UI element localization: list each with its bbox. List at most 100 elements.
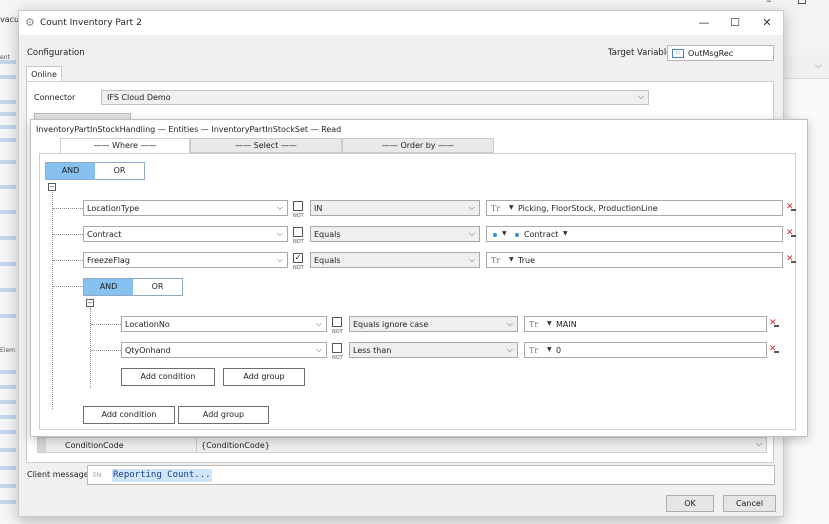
operator-select[interactable]: Equals ⌵: [310, 226, 480, 242]
chevron-down-icon[interactable]: ▼: [509, 204, 514, 211]
client-message-value: Reporting Count...: [112, 469, 212, 482]
group-add-condition-button[interactable]: Add condition: [121, 368, 215, 386]
value-field[interactable]: Tr ▼ MAIN: [524, 316, 767, 332]
maximize-button[interactable]: ☐: [722, 14, 748, 32]
and-or-toggle[interactable]: AND OR: [45, 162, 145, 180]
target-variable-field[interactable]: ▭ OutMsgRec: [667, 45, 774, 61]
not-checkbox[interactable]: ✓: [293, 253, 303, 263]
cancel-button[interactable]: Cancel: [723, 495, 776, 512]
chevron-down-icon: ⌵: [755, 439, 762, 448]
ok-button[interactable]: OK: [666, 495, 714, 512]
value-field[interactable]: Tr ▼ Picking, FloorStock, ProductionLine: [486, 200, 783, 216]
delete-condition-icon[interactable]: ✕: [786, 254, 796, 264]
value-field[interactable]: ▼ Contract ▼: [486, 226, 783, 242]
target-variable-value: OutMsgRec: [688, 49, 734, 58]
and-option[interactable]: AND: [84, 279, 133, 295]
tab-where[interactable]: —— Where ——: [60, 138, 190, 153]
condition-value: MAIN: [556, 320, 577, 329]
or-option[interactable]: OR: [133, 279, 182, 295]
add-group-button[interactable]: Add group: [178, 406, 269, 424]
where-panel: AND OR − LocationType ⌵ NOT IN ⌵ Tr ▼ Pi…: [39, 153, 796, 430]
condition-value: 0: [556, 346, 562, 355]
field-value: LocationType: [87, 204, 140, 213]
field-select[interactable]: LocationType ⌵: [83, 200, 288, 216]
chevron-down-icon: ⌵: [315, 345, 322, 354]
group-and-or-toggle[interactable]: AND OR: [83, 278, 183, 296]
connector-value: IFS Cloud Demo: [107, 93, 171, 102]
collapse-icon[interactable]: −: [48, 183, 56, 191]
delete-condition-icon[interactable]: ✕: [769, 344, 779, 354]
tab-select[interactable]: —— Select ——: [190, 138, 342, 153]
dialog-title: Count Inventory Part 2: [40, 18, 142, 28]
group-add-group-button[interactable]: Add group: [223, 368, 305, 386]
background-label: Elem: [0, 347, 15, 354]
operator-select[interactable]: Equals ignore case ⌵: [349, 316, 518, 332]
target-variable-label: Target Variable: [608, 48, 672, 58]
query-editor-panel: InventoryPartInStockHandling — Entities …: [30, 119, 808, 437]
client-message-label: Client message: [27, 470, 89, 479]
field-select[interactable]: QtyOnhand ⌵: [121, 342, 327, 358]
operator-select[interactable]: Less than ⌵: [349, 342, 518, 358]
language-badge: EN: [93, 472, 102, 479]
delete-condition-icon[interactable]: ✕: [786, 228, 796, 238]
chevron-down-icon: ⌵: [637, 92, 644, 101]
field-select[interactable]: LocationNo ⌵: [121, 316, 327, 332]
text-type-icon: Tr: [491, 204, 501, 213]
not-label: NOT: [293, 265, 304, 271]
chevron-down-icon[interactable]: ⌵: [815, 61, 822, 71]
background-label: ent: [0, 54, 10, 61]
not-checkbox[interactable]: [332, 317, 342, 327]
field-value: Contract: [87, 230, 122, 239]
field-select[interactable]: Contract ⌵: [83, 226, 288, 242]
delete-condition-icon[interactable]: ✕: [769, 318, 779, 328]
client-message-field[interactable]: EN Reporting Count...: [87, 465, 775, 485]
chevron-down-icon: ⌵: [506, 319, 513, 328]
and-option[interactable]: AND: [46, 163, 95, 179]
field-select[interactable]: FreezeFlag ⌵: [83, 252, 288, 268]
condition-code-row[interactable]: ConditionCode {ConditionCode} ⌵: [37, 437, 767, 453]
chevron-down-icon: ⌵: [276, 229, 283, 238]
chevron-down-icon[interactable]: ▼: [509, 256, 514, 263]
connector-select[interactable]: IFS Cloud Demo ⌵: [101, 90, 649, 105]
field-value: LocationNo: [125, 320, 170, 329]
minimize-button[interactable]: —: [691, 14, 717, 32]
chevron-down-icon[interactable]: ▼: [547, 320, 552, 327]
not-checkbox[interactable]: [332, 343, 342, 353]
operator-select[interactable]: Equals ⌵: [310, 252, 480, 268]
not-checkbox[interactable]: [293, 201, 303, 211]
operator-value: IN: [314, 204, 323, 213]
operator-value: Equals: [314, 256, 341, 265]
not-label: NOT: [332, 329, 343, 335]
value-field[interactable]: Tr ▼ 0: [524, 342, 767, 358]
background-title-fragment: vacu: [0, 15, 20, 24]
chevron-down-icon[interactable]: ▼: [547, 346, 552, 353]
configuration-label: Configuration: [27, 48, 85, 58]
text-type-icon: Tr: [529, 320, 539, 329]
add-condition-button[interactable]: Add condition: [83, 406, 175, 424]
entity-icon: [515, 233, 519, 237]
tab-online[interactable]: Online: [26, 66, 62, 82]
gear-icon: ⚙: [25, 16, 35, 29]
not-checkbox[interactable]: [293, 227, 303, 237]
not-label: NOT: [332, 355, 343, 361]
or-option[interactable]: OR: [95, 163, 144, 179]
collapse-icon[interactable]: −: [86, 299, 94, 307]
value-field[interactable]: Tr ▼ True: [486, 252, 783, 268]
tab-order-by[interactable]: —— Order by ——: [342, 138, 494, 153]
chevron-down-icon[interactable]: ▼: [563, 230, 568, 237]
condition-code-value-field[interactable]: {ConditionCode} ⌵: [196, 438, 766, 452]
close-button[interactable]: ✕: [754, 14, 780, 32]
operator-value: Less than: [353, 346, 392, 355]
chevron-down-icon: ⌵: [506, 345, 513, 354]
condition-code-value: {ConditionCode}: [201, 441, 270, 450]
not-label: NOT: [293, 239, 304, 245]
operator-select[interactable]: IN ⌵: [310, 200, 480, 216]
background-minimize-icon[interactable]: –: [766, 0, 772, 7]
chevron-down-icon: ⌵: [468, 255, 475, 264]
connector-label: Connector: [34, 93, 76, 102]
chevron-down-icon[interactable]: ▼: [502, 230, 507, 237]
dialog-titlebar: ⚙ Count Inventory Part 2 — ☐ ✕: [19, 11, 783, 35]
chevron-down-icon: ⌵: [468, 203, 475, 212]
background-maximize-icon[interactable]: [798, 0, 806, 4]
delete-condition-icon[interactable]: ✕: [786, 202, 796, 212]
